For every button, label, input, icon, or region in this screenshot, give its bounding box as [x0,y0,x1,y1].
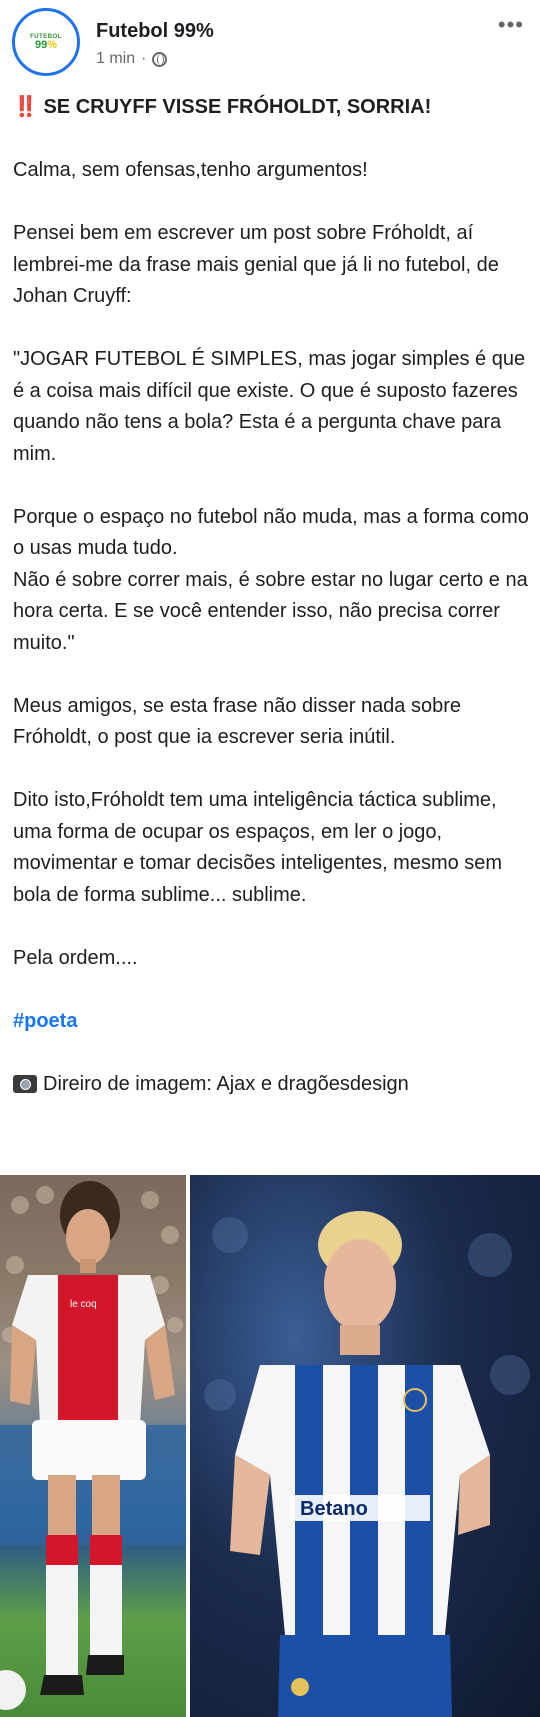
meta-separator: · [141,50,147,67]
paragraph-3: "JOGAR FUTEBOL É SIMPLES, mas jogar simp… [13,348,526,465]
left-shirt-text: le coq [70,1299,97,1310]
post-time[interactable]: 1 min [96,50,135,68]
paragraph-4: Porque o espaço no futebol não muda, mas… [13,505,529,560]
double-exclamation-icon: ‼️ [13,96,38,118]
post-title-text: SE CRUYFF VISSE FRÓHOLDT, SORRIA! [43,96,432,118]
post-body: ‼️ SE CRUYFF VISSE FRÓHOLDT, SORRIA! Cal… [13,92,533,1100]
public-globe-icon [152,51,168,67]
paragraph-8: Pela ordem.... [13,946,138,969]
post-header: FUTEBOL 99% Futebol 99% 1 min · ••• [0,0,540,92]
paragraph-5: Não é sobre correr mais, é sobre estar n… [13,568,528,654]
photo-credit: Direiro de imagem: Ajax e dragõesdesign [13,1069,533,1101]
page-avatar[interactable]: FUTEBOL 99% [12,8,80,76]
hashtag-link[interactable]: #poeta [13,1006,533,1038]
page-logo: FUTEBOL 99% [20,16,72,68]
page-name[interactable]: Futebol 99% [96,20,214,43]
post-photos: le coq Betano [0,1175,540,1717]
paragraph-2: Pensei bem em escrever um post sobre Fró… [13,222,499,307]
facebook-post: FUTEBOL 99% Futebol 99% 1 min · ••• ‼️ S… [0,0,540,1717]
paragraph-7: Dito isto,Fróholdt tem uma inteligência … [13,789,503,906]
paragraph-1: Calma, sem ofensas,tenho argumentos! [13,159,368,181]
right-shirt-sponsor: Betano [300,1498,368,1520]
cruyff-figure: le coq [0,1181,186,1710]
logo-main-text: 99% [34,38,58,51]
more-options-icon[interactable]: ••• [498,14,524,36]
camera-icon [13,1075,37,1094]
photo-froholdt[interactable]: Betano [190,1175,540,1717]
post-meta: 1 min · [96,50,168,68]
froholdt-figure: Betano [204,1211,530,1717]
photo-cruyff[interactable]: le coq [0,1175,186,1717]
post-title: ‼️ SE CRUYFF VISSE FRÓHOLDT, SORRIA! [13,92,533,124]
photo-credit-text: Direiro de imagem: Ajax e dragõesdesign [43,1072,409,1095]
paragraph-6: Meus amigos, se esta frase não disser na… [13,694,462,749]
